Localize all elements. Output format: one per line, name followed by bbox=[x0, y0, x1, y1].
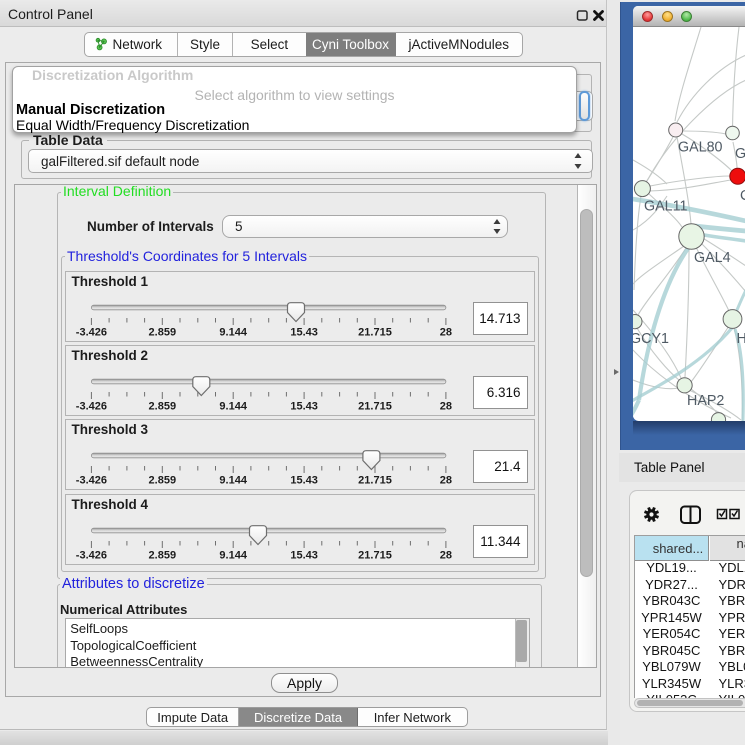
svg-text:GCY1: GCY1 bbox=[633, 331, 669, 347]
svg-text:21.715: 21.715 bbox=[358, 326, 392, 338]
svg-text:9.144: 9.144 bbox=[219, 326, 247, 338]
svg-text:GAL11: GAL11 bbox=[644, 199, 687, 215]
svg-text:-3.426: -3.426 bbox=[75, 401, 106, 413]
svg-text:-3.426: -3.426 bbox=[75, 549, 106, 561]
svg-text:15.43: 15.43 bbox=[290, 549, 318, 561]
svg-text:9.144: 9.144 bbox=[219, 401, 247, 413]
svg-text:21.715: 21.715 bbox=[358, 401, 392, 413]
svg-text:28: 28 bbox=[439, 326, 451, 338]
svg-text:21.715: 21.715 bbox=[358, 549, 392, 561]
svg-text:GAL80: GAL80 bbox=[678, 140, 723, 156]
svg-text:9.144: 9.144 bbox=[219, 549, 247, 561]
svg-text:15.43: 15.43 bbox=[290, 475, 318, 487]
svg-text:-3.426: -3.426 bbox=[75, 475, 106, 487]
svg-text:C: C bbox=[740, 188, 745, 204]
svg-text:2.859: 2.859 bbox=[148, 549, 176, 561]
svg-text:21.715: 21.715 bbox=[358, 475, 392, 487]
svg-text:9.144: 9.144 bbox=[219, 475, 247, 487]
svg-text:2.859: 2.859 bbox=[148, 326, 176, 338]
svg-text:GA: GA bbox=[735, 146, 745, 162]
svg-text:-3.426: -3.426 bbox=[75, 326, 106, 338]
svg-text:28: 28 bbox=[439, 401, 451, 413]
svg-text:28: 28 bbox=[439, 475, 451, 487]
svg-text:15.43: 15.43 bbox=[290, 401, 318, 413]
svg-text:15.43: 15.43 bbox=[290, 326, 318, 338]
svg-text:2.859: 2.859 bbox=[148, 401, 176, 413]
svg-text:GAL4: GAL4 bbox=[694, 250, 731, 266]
svg-text:H: H bbox=[737, 331, 745, 347]
svg-text:28: 28 bbox=[439, 549, 451, 561]
svg-text:2.859: 2.859 bbox=[148, 475, 176, 487]
svg-text:HAP2: HAP2 bbox=[687, 393, 724, 409]
